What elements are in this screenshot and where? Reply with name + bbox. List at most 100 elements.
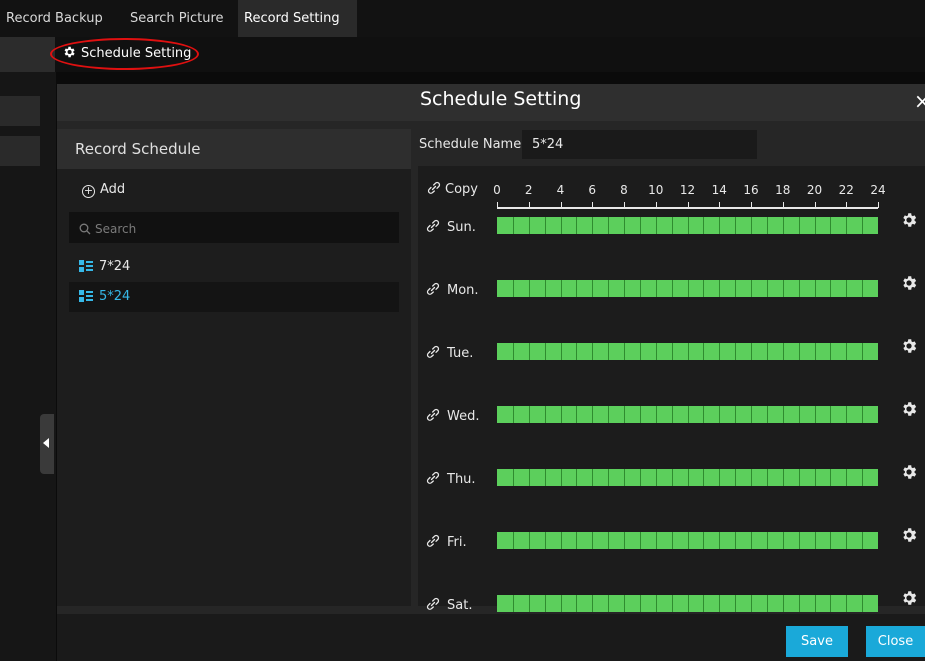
gear-icon[interactable] (900, 211, 918, 229)
collapse-panel-button[interactable] (40, 414, 54, 474)
hour-label: 14 (711, 183, 727, 197)
hour-divider (513, 406, 514, 423)
hour-divider (688, 406, 689, 423)
triangle-left-icon (43, 438, 49, 448)
hour-divider (862, 532, 863, 549)
hour-tick (497, 202, 498, 208)
copy-day-sun[interactable]: Sun. (425, 218, 476, 235)
hour-divider (608, 343, 609, 360)
hour-divider (688, 280, 689, 297)
copy-day-sat[interactable]: Sat. (425, 596, 472, 613)
hour-label: 10 (648, 183, 664, 197)
hour-divider (751, 595, 752, 612)
hour-divider (751, 280, 752, 297)
gear-icon[interactable] (900, 589, 918, 607)
hour-divider (735, 217, 736, 234)
hour-divider (640, 532, 641, 549)
schedule-list-label: 5*24 (99, 289, 131, 304)
close-button[interactable]: Close (866, 626, 925, 657)
schedule-bar-tue[interactable] (497, 343, 878, 360)
hour-divider (640, 217, 641, 234)
hour-divider (862, 595, 863, 612)
hour-divider (783, 469, 784, 486)
hour-divider (846, 406, 847, 423)
search-input[interactable] (91, 212, 387, 245)
save-button[interactable]: Save (786, 626, 848, 657)
hour-divider (513, 280, 514, 297)
hour-divider (815, 406, 816, 423)
dialog-close-icon[interactable]: × (914, 89, 925, 113)
schedule-bar-mon[interactable] (497, 280, 878, 297)
hour-tick (561, 202, 562, 208)
hour-divider (545, 532, 546, 549)
schedule-bar-thu[interactable] (497, 469, 878, 486)
hour-divider (624, 532, 625, 549)
hour-divider (783, 217, 784, 234)
hour-divider (830, 406, 831, 423)
schedule-list-item[interactable]: 7*24 (69, 252, 399, 282)
hour-divider (830, 469, 831, 486)
hour-divider (608, 469, 609, 486)
hour-divider (608, 595, 609, 612)
hour-divider (592, 280, 593, 297)
hour-divider (576, 469, 577, 486)
hour-divider (576, 343, 577, 360)
hour-divider (830, 595, 831, 612)
hour-divider (703, 217, 704, 234)
day-label: Sat. (447, 598, 473, 613)
tab-record-setting[interactable]: Record Setting (238, 0, 357, 37)
day-label: Thu. (447, 472, 476, 487)
copy-all-button[interactable]: Copy (426, 180, 478, 197)
gear-icon[interactable] (900, 400, 918, 418)
hour-divider (703, 406, 704, 423)
day-label: Mon. (447, 283, 479, 298)
copy-day-fri[interactable]: Fri. (425, 533, 467, 550)
hour-divider (576, 280, 577, 297)
left-side-item (0, 136, 40, 166)
hour-divider (608, 532, 609, 549)
gear-icon[interactable] (900, 463, 918, 481)
hour-divider (513, 532, 514, 549)
hour-divider (624, 595, 625, 612)
add-schedule-button[interactable]: + Add (82, 182, 125, 198)
schedule-bar-sat[interactable] (497, 595, 878, 612)
dialog-title: Schedule Setting (420, 88, 582, 110)
day-label: Sun. (447, 220, 476, 235)
schedule-list-item-selected[interactable]: 5*24 (69, 282, 399, 312)
hour-label: 18 (775, 183, 791, 197)
hour-divider (545, 406, 546, 423)
hour-divider (640, 469, 641, 486)
hour-divider (688, 469, 689, 486)
hour-divider (830, 217, 831, 234)
hour-divider (624, 280, 625, 297)
hour-divider (592, 406, 593, 423)
tab-record-backup[interactable]: Record Backup (0, 0, 109, 37)
hour-divider (703, 280, 704, 297)
schedule-name-field[interactable]: 5*24 (522, 130, 757, 159)
hour-divider (561, 406, 562, 423)
hour-label: 24 (870, 183, 886, 197)
hour-divider (735, 343, 736, 360)
copy-day-wed[interactable]: Wed. (425, 407, 479, 424)
hour-divider (561, 469, 562, 486)
schedule-bar-wed[interactable] (497, 406, 878, 423)
copy-day-thu[interactable]: Thu. (425, 470, 476, 487)
schedule-bar-fri[interactable] (497, 532, 878, 549)
hour-divider (545, 469, 546, 486)
gear-icon[interactable] (900, 526, 918, 544)
hour-divider (751, 217, 752, 234)
hour-divider (703, 532, 704, 549)
gear-icon[interactable] (900, 274, 918, 292)
hour-divider (799, 469, 800, 486)
gear-icon[interactable] (900, 337, 918, 355)
hour-divider (672, 469, 673, 486)
copy-day-tue[interactable]: Tue. (425, 344, 473, 361)
hour-divider (783, 343, 784, 360)
hour-divider (862, 343, 863, 360)
tab-search-picture[interactable]: Search Picture (124, 0, 230, 37)
schedule-bar-sun[interactable] (497, 217, 878, 234)
hour-divider (656, 595, 657, 612)
copy-day-mon[interactable]: Mon. (425, 281, 479, 298)
hour-tick (751, 202, 752, 208)
hour-divider (719, 217, 720, 234)
